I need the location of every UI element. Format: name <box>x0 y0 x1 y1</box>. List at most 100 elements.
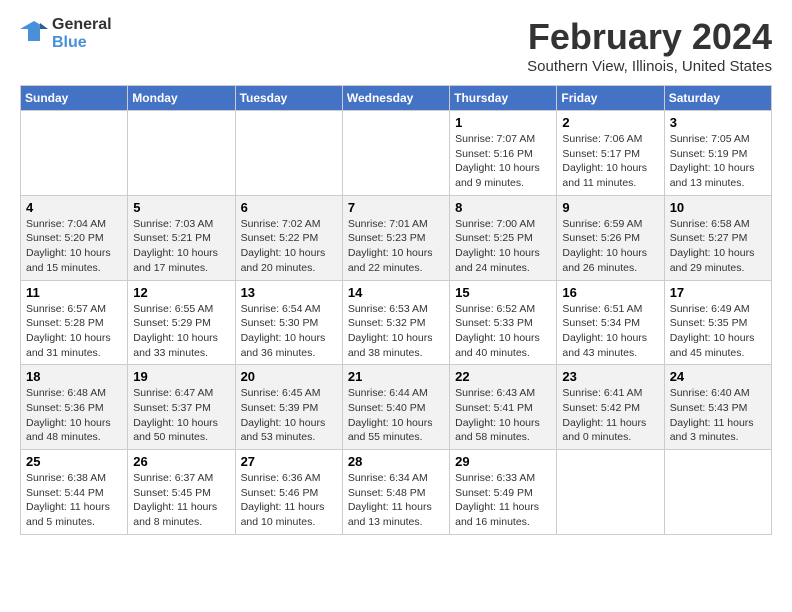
column-header-sunday: Sunday <box>21 86 128 111</box>
header: General Blue February 2024 Southern View… <box>20 16 772 75</box>
day-info: Sunrise: 6:33 AM Sunset: 5:49 PM Dayligh… <box>455 471 551 530</box>
calendar-cell: 22 Sunrise: 6:43 AM Sunset: 5:41 PM Dayli… <box>450 365 557 450</box>
day-info: Sunrise: 7:03 AM Sunset: 5:21 PM Dayligh… <box>133 217 229 276</box>
day-number: 22 <box>455 369 551 384</box>
calendar-cell <box>235 111 342 196</box>
calendar-cell <box>128 111 235 196</box>
day-info: Sunrise: 6:57 AM Sunset: 5:28 PM Dayligh… <box>26 302 122 361</box>
calendar-cell <box>342 111 449 196</box>
day-number: 20 <box>241 369 337 384</box>
day-number: 19 <box>133 369 229 384</box>
calendar-cell: 28 Sunrise: 6:34 AM Sunset: 5:48 PM Dayli… <box>342 450 449 535</box>
day-number: 16 <box>562 285 658 300</box>
day-number: 17 <box>670 285 766 300</box>
location-subtitle: Southern View, Illinois, United States <box>527 58 772 75</box>
day-info: Sunrise: 6:41 AM Sunset: 5:42 PM Dayligh… <box>562 386 658 445</box>
column-header-monday: Monday <box>128 86 235 111</box>
column-header-saturday: Saturday <box>664 86 771 111</box>
calendar-cell: 10Sunrise: 6:58 AM Sunset: 5:27 PM Dayli… <box>664 195 771 280</box>
day-number: 13 <box>241 285 337 300</box>
day-info: Sunrise: 7:07 AM Sunset: 5:16 PM Dayligh… <box>455 132 551 191</box>
day-number: 21 <box>348 369 444 384</box>
calendar-cell: 20 Sunrise: 6:45 AM Sunset: 5:39 PM Dayli… <box>235 365 342 450</box>
day-number: 18 <box>26 369 122 384</box>
day-info: Sunrise: 7:00 AM Sunset: 5:25 PM Dayligh… <box>455 217 551 276</box>
calendar-cell: 23 Sunrise: 6:41 AM Sunset: 5:42 PM Dayli… <box>557 365 664 450</box>
day-number: 10 <box>670 200 766 215</box>
day-number: 26 <box>133 454 229 469</box>
calendar-cell: 6Sunrise: 7:02 AM Sunset: 5:22 PM Daylig… <box>235 195 342 280</box>
day-info: Sunrise: 6:34 AM Sunset: 5:48 PM Dayligh… <box>348 471 444 530</box>
day-info: Sunrise: 7:01 AM Sunset: 5:23 PM Dayligh… <box>348 217 444 276</box>
month-year-title: February 2024 <box>527 16 772 58</box>
column-header-tuesday: Tuesday <box>235 86 342 111</box>
day-number: 4 <box>26 200 122 215</box>
day-info: Sunrise: 7:05 AM Sunset: 5:19 PM Dayligh… <box>670 132 766 191</box>
day-info: Sunrise: 6:52 AM Sunset: 5:33 PM Dayligh… <box>455 302 551 361</box>
day-info: Sunrise: 7:04 AM Sunset: 5:20 PM Dayligh… <box>26 217 122 276</box>
calendar-cell: 16 Sunrise: 6:51 AM Sunset: 5:34 PM Dayli… <box>557 280 664 365</box>
calendar-cell <box>557 450 664 535</box>
day-info: Sunrise: 6:43 AM Sunset: 5:41 PM Dayligh… <box>455 386 551 445</box>
day-number: 25 <box>26 454 122 469</box>
day-number: 7 <box>348 200 444 215</box>
day-number: 8 <box>455 200 551 215</box>
day-number: 12 <box>133 285 229 300</box>
day-info: Sunrise: 6:49 AM Sunset: 5:35 PM Dayligh… <box>670 302 766 361</box>
day-number: 9 <box>562 200 658 215</box>
day-number: 29 <box>455 454 551 469</box>
day-number: 14 <box>348 285 444 300</box>
calendar-cell: 8 Sunrise: 7:00 AM Sunset: 5:25 PM Daylig… <box>450 195 557 280</box>
day-info: Sunrise: 6:53 AM Sunset: 5:32 PM Dayligh… <box>348 302 444 361</box>
calendar-cell: 21 Sunrise: 6:44 AM Sunset: 5:40 PM Dayli… <box>342 365 449 450</box>
calendar-cell: 2 Sunrise: 7:06 AM Sunset: 5:17 PM Daylig… <box>557 111 664 196</box>
day-info: Sunrise: 6:40 AM Sunset: 5:43 PM Dayligh… <box>670 386 766 445</box>
day-number: 23 <box>562 369 658 384</box>
calendar-cell: 3 Sunrise: 7:05 AM Sunset: 5:19 PM Daylig… <box>664 111 771 196</box>
calendar-cell: 14 Sunrise: 6:53 AM Sunset: 5:32 PM Dayli… <box>342 280 449 365</box>
day-info: Sunrise: 6:54 AM Sunset: 5:30 PM Dayligh… <box>241 302 337 361</box>
column-header-wednesday: Wednesday <box>342 86 449 111</box>
day-info: Sunrise: 6:51 AM Sunset: 5:34 PM Dayligh… <box>562 302 658 361</box>
day-number: 28 <box>348 454 444 469</box>
calendar-cell: 19 Sunrise: 6:47 AM Sunset: 5:37 PM Dayli… <box>128 365 235 450</box>
calendar-cell: 9Sunrise: 6:59 AM Sunset: 5:26 PM Daylig… <box>557 195 664 280</box>
day-info: Sunrise: 6:37 AM Sunset: 5:45 PM Dayligh… <box>133 471 229 530</box>
day-info: Sunrise: 6:38 AM Sunset: 5:44 PM Dayligh… <box>26 471 122 530</box>
calendar-cell: 7 Sunrise: 7:01 AM Sunset: 5:23 PM Daylig… <box>342 195 449 280</box>
calendar-cell: 26 Sunrise: 6:37 AM Sunset: 5:45 PM Dayli… <box>128 450 235 535</box>
calendar-cell <box>21 111 128 196</box>
day-number: 27 <box>241 454 337 469</box>
day-info: Sunrise: 6:44 AM Sunset: 5:40 PM Dayligh… <box>348 386 444 445</box>
calendar-cell: 29 Sunrise: 6:33 AM Sunset: 5:49 PM Dayli… <box>450 450 557 535</box>
logo-blue: Blue <box>52 34 112 52</box>
calendar-cell: 25 Sunrise: 6:38 AM Sunset: 5:44 PM Dayli… <box>21 450 128 535</box>
day-number: 5 <box>133 200 229 215</box>
calendar-cell: 11 Sunrise: 6:57 AM Sunset: 5:28 PM Dayli… <box>21 280 128 365</box>
calendar-cell: 1 Sunrise: 7:07 AM Sunset: 5:16 PM Daylig… <box>450 111 557 196</box>
day-info: Sunrise: 6:36 AM Sunset: 5:46 PM Dayligh… <box>241 471 337 530</box>
day-number: 24 <box>670 369 766 384</box>
calendar-cell: 4 Sunrise: 7:04 AM Sunset: 5:20 PM Daylig… <box>21 195 128 280</box>
day-number: 2 <box>562 115 658 130</box>
title-area: February 2024 Southern View, Illinois, U… <box>527 16 772 75</box>
calendar-table: SundayMondayTuesdayWednesdayThursdayFrid… <box>20 85 772 535</box>
logo: General Blue <box>20 16 112 51</box>
day-number: 11 <box>26 285 122 300</box>
column-header-friday: Friday <box>557 86 664 111</box>
day-number: 1 <box>455 115 551 130</box>
calendar-cell: 24 Sunrise: 6:40 AM Sunset: 5:43 PM Dayli… <box>664 365 771 450</box>
calendar-cell: 17 Sunrise: 6:49 AM Sunset: 5:35 PM Dayli… <box>664 280 771 365</box>
day-info: Sunrise: 6:47 AM Sunset: 5:37 PM Dayligh… <box>133 386 229 445</box>
calendar-cell: 12Sunrise: 6:55 AM Sunset: 5:29 PM Dayli… <box>128 280 235 365</box>
calendar-cell: 13 Sunrise: 6:54 AM Sunset: 5:30 PM Dayli… <box>235 280 342 365</box>
calendar-cell: 18Sunrise: 6:48 AM Sunset: 5:36 PM Dayli… <box>21 365 128 450</box>
calendar-cell: 27 Sunrise: 6:36 AM Sunset: 5:46 PM Dayli… <box>235 450 342 535</box>
day-info: Sunrise: 7:06 AM Sunset: 5:17 PM Dayligh… <box>562 132 658 191</box>
day-info: Sunrise: 6:45 AM Sunset: 5:39 PM Dayligh… <box>241 386 337 445</box>
day-number: 3 <box>670 115 766 130</box>
day-info: Sunrise: 7:02 AM Sunset: 5:22 PM Dayligh… <box>241 217 337 276</box>
logo-general: General <box>52 16 112 34</box>
calendar-cell: 15Sunrise: 6:52 AM Sunset: 5:33 PM Dayli… <box>450 280 557 365</box>
calendar-cell <box>664 450 771 535</box>
